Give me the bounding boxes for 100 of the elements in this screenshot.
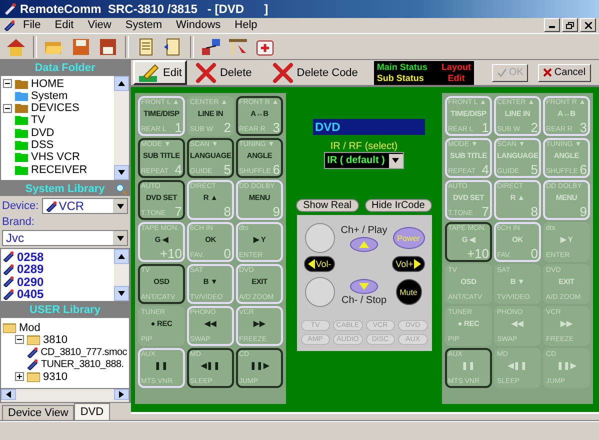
remote-icon [3,264,14,275]
status-text: Layout [441,62,471,73]
volume-down-button[interactable]: Vol- [304,256,336,272]
show-real-button[interactable]: Show Real [296,199,358,212]
key-number: 9 [272,205,280,218]
hide-ircode-button[interactable]: Hide IrCode [364,199,432,212]
dropdown-arrow-icon [392,158,400,164]
status-text: Main Status [376,62,428,73]
volume-up-button[interactable]: Vol+ [392,256,426,272]
channel-up-label: Ch+ / Play [340,224,388,236]
key-number: 0 [224,247,231,260]
key-number: +10 [466,247,489,260]
triangle-left-icon [308,259,315,270]
device-label: Device: [2,200,39,212]
key-number: 5 [224,163,231,176]
close-icon [543,68,552,78]
tree-item[interactable]: System [31,90,68,102]
close-button[interactable] [580,18,596,32]
scroll-up-icon [118,254,125,260]
ir-rf-dropdown[interactable]: IR ( default ) [324,152,404,170]
tree-item[interactable]: RECEIVER [31,164,88,176]
mute-button[interactable]: Mute [396,279,422,306]
key-number: 3 [272,121,280,134]
delete-button[interactable]: Delete [190,60,256,86]
status-text: Sub Status [376,72,425,84]
key-number: 5 [530,163,538,176]
minimize-button[interactable] [544,18,560,32]
tree-item[interactable]: TUNER_3810_888. [41,358,124,370]
tree-item[interactable]: DVD [31,126,54,139]
delete-icon [194,62,217,84]
search-icon[interactable] [115,182,127,195]
key-number: 9 [580,205,587,218]
tree-item[interactable]: 3810 [43,334,68,346]
menu-item[interactable]: File [17,19,47,32]
close-icon [584,22,592,29]
collapse-icon[interactable] [3,104,12,113]
tree-item[interactable]: DSS [31,139,54,152]
key-number: 6 [272,163,280,176]
key-number: 7 [174,205,182,218]
panel-header: Data Folder [0,60,130,76]
vertical-scrollbar[interactable] [114,76,129,180]
tree-item[interactable]: VHS VCR [31,151,80,164]
key-number: 7 [482,205,489,218]
device-name: DVD [313,119,425,136]
window-title: RemoteComm SRC-3810 /3815 - [DVD ] [20,2,268,16]
delete-icon [272,62,294,84]
vertical-scrollbar[interactable] [114,249,129,302]
remote-icon [3,251,14,262]
tree-item[interactable]: TV [31,114,46,126]
key-number: 2 [224,121,231,134]
collapse-icon[interactable] [15,335,24,344]
brand-label: Brand: [2,216,34,228]
restore-icon [566,22,574,29]
channel-up-button[interactable] [350,236,378,252]
tree-item[interactable]: Mod [19,322,40,334]
key-number: 1 [482,121,489,134]
tab[interactable]: DVD [74,403,110,420]
horizontal-scrollbar[interactable] [0,388,130,404]
scroll-up-icon [118,81,125,86]
menu-item[interactable]: Edit [48,19,80,32]
key-number: 0 [530,247,538,260]
code-item[interactable]: 0290 [17,274,44,289]
tree-item[interactable]: DEVICES [31,102,80,114]
key-number: 3 [580,121,587,134]
tab[interactable]: Device View [2,405,74,420]
key-number: 6 [580,163,587,176]
key-number: 4 [482,163,489,176]
delete-button[interactable]: Delete Code [268,60,362,86]
remote-icon [27,346,38,358]
channel-down-button[interactable] [350,278,378,294]
remote-icon [4,20,15,31]
tree-item[interactable]: 9310 [43,370,68,383]
collapse-icon[interactable] [3,79,12,88]
menu-item[interactable]: Windows [170,19,227,32]
ir-rf-label: IR / RF (select) [330,141,398,152]
folder-icon [27,334,40,345]
remote-icon [46,200,57,212]
triangle-down-icon [359,282,369,290]
key-number: 8 [530,205,538,218]
menu-item[interactable]: System [119,19,168,32]
cancel-button[interactable]: Cancel [538,64,591,82]
code-item[interactable]: 0405 [17,287,44,302]
panel-header: System Library [0,181,130,196]
dropdown-arrow-icon [116,204,124,209]
key-number: +10 [160,247,182,260]
menu-item[interactable]: View [82,19,118,32]
code-item[interactable]: 0289 [17,262,44,276]
key-number: 4 [174,163,182,176]
menu-item[interactable]: Help [228,19,264,32]
panel-header: USER Library [0,302,130,318]
tree-item[interactable]: CD_3810_777.smoc [40,346,127,358]
device-dropdown[interactable]: VCR [42,198,128,214]
brand-dropdown[interactable]: Jvc [2,230,128,246]
restore-button[interactable] [562,18,578,32]
code-item[interactable]: 0258 [17,250,44,264]
key-number: 1 [174,121,182,134]
tree-item[interactable]: HOME [31,78,64,90]
edit-button[interactable]: Edit [133,60,187,86]
expand-icon[interactable] [15,372,24,382]
edit-icon [138,62,160,83]
